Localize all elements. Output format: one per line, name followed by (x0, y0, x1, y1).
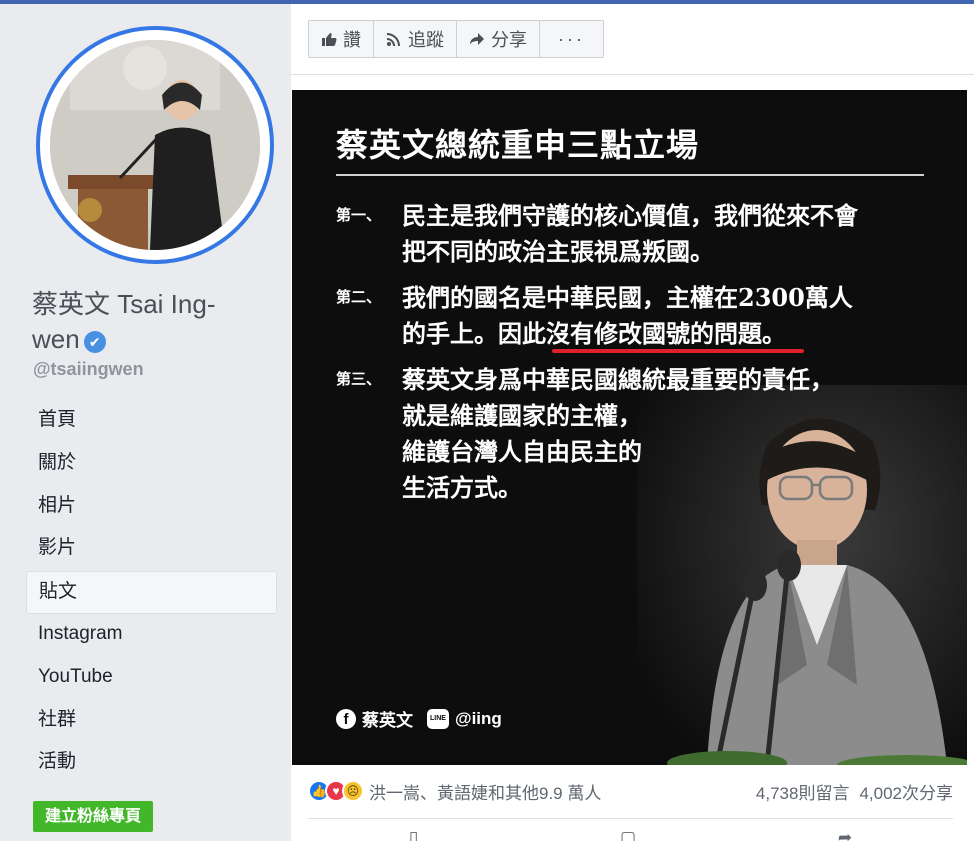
point-text: 民主是我們守護的核心價值，我們從來不會 把不同的政治主張視爲叛國。 (402, 198, 922, 270)
more-options-button[interactable]: ··· (540, 21, 603, 57)
point-text: 我們的國名是中華民國，主權在2300萬人 的手上。因此沒有修改國號的問題。 (402, 280, 922, 352)
line-app-icon: LINE (427, 708, 449, 729)
sidebar-item-youtube[interactable]: YouTube (26, 657, 277, 700)
sidebar-item-about[interactable]: 關於 (26, 443, 277, 486)
post-stats: 4,738則留言 4,002次分享 (756, 779, 953, 804)
thumbs-up-icon (322, 33, 337, 46)
sidebar-item-instagram[interactable]: Instagram (26, 614, 277, 657)
follow-button[interactable]: 追蹤 (374, 21, 457, 57)
page-handle[interactable]: @tsaiingwen (33, 359, 144, 380)
sidebar-item-posts[interactable]: 貼文 (26, 571, 277, 614)
footer-line: LINE @iing (427, 708, 502, 729)
rss-icon (387, 33, 400, 46)
footer-facebook: f 蔡英文 (336, 706, 413, 731)
point-line: 就是維護國家的主權， (402, 401, 642, 430)
point-line: 民主是我們守護的核心價值，我們從來不會 (402, 201, 858, 230)
page-name[interactable]: 蔡英文 Tsai Ing-wen ✔ (32, 287, 262, 357)
like-post-button[interactable]: ▯ (409, 828, 418, 841)
follow-label: 追蹤 (408, 30, 444, 50)
share-count[interactable]: 4,002次分享 (859, 779, 953, 804)
sidebar-item-home[interactable]: 首頁 (26, 400, 277, 443)
post-image[interactable]: 蔡英文總統重申三點立場 第一、 民主是我們守護的核心價值，我們從來不會 把不同的… (292, 90, 967, 765)
sidebar-item-events[interactable]: 活動 (26, 742, 277, 785)
facebook-icon: f (336, 708, 356, 729)
sidebar-item-community[interactable]: 社群 (26, 700, 277, 743)
share-arrow-icon (470, 33, 484, 45)
share-page-button[interactable]: 分享 (457, 21, 540, 57)
post-action-row-cutoff: ▯ ▢ ➦ (308, 828, 953, 841)
reaction-summary[interactable]: 👍 ♥ ☹ 洪一嵩、黃語婕和其他9.9 萬人 (308, 779, 601, 804)
point-label: 第一、 (336, 206, 382, 224)
reaction-icons: 👍 ♥ ☹ (308, 780, 364, 802)
image-footer: f 蔡英文 LINE @iing (336, 706, 502, 731)
create-page-button[interactable]: 建立粉絲專頁 (33, 801, 154, 832)
point-label: 第三、 (336, 370, 382, 388)
comment-button[interactable]: ▢ (620, 828, 636, 841)
post-image-title: 蔡英文總統重申三點立場 (336, 126, 700, 164)
page-action-bar: 讚 追蹤 分享 ··· (308, 20, 604, 58)
sidebar-nav: 首頁 關於 相片 影片 貼文 Instagram YouTube 社群 活動 (26, 400, 277, 785)
avatar-photo (50, 40, 260, 250)
point-line: 的手上。因此沒有修改國號的問題。 (402, 319, 786, 348)
reaction-names: 洪一嵩、黃語婕和其他9.9 萬人 (369, 783, 602, 803)
reactions-summary-bar: 👍 ♥ ☹ 洪一嵩、黃語婕和其他9.9 萬人 4,738則留言 4,002次分享 (308, 778, 953, 804)
footer-facebook-name: 蔡英文 (362, 711, 413, 730)
like-page-button[interactable]: 讚 (309, 21, 374, 57)
sad-reaction-icon: ☹ (342, 780, 364, 802)
point-line: 生活方式。 (402, 473, 522, 502)
point-line: 把不同的政治主張視爲叛國。 (402, 237, 714, 266)
sidebar-item-videos[interactable]: 影片 (26, 528, 277, 571)
like-label: 讚 (343, 30, 361, 50)
point-line: 維護台灣人自由民主的 (402, 437, 642, 466)
profile-avatar[interactable] (36, 26, 274, 264)
page-sidebar: 蔡英文 Tsai Ing-wen ✔ @tsaiingwen 首頁 關於 相片 影… (0, 4, 291, 841)
footer-line-id: @iing (455, 708, 502, 728)
share-label: 分享 (491, 30, 527, 50)
sidebar-item-photos[interactable]: 相片 (26, 486, 277, 529)
comment-count[interactable]: 4,738則留言 (756, 779, 850, 804)
point-line: 蔡英文身爲中華民國總統最重要的責任， (402, 365, 834, 394)
main-content: 讚 追蹤 分享 ··· 蔡英文總統重申三點立場 第一、 民主是我們守護的核心價值… (291, 4, 974, 841)
verified-badge-icon: ✔ (83, 331, 106, 353)
point-label: 第二、 (336, 288, 382, 306)
page-name-text: 蔡英文 Tsai Ing-wen (32, 289, 216, 354)
highlight-underline (552, 349, 804, 353)
share-post-button[interactable]: ➦ (838, 828, 852, 841)
title-divider (336, 174, 924, 176)
point-text: 蔡英文身爲中華民國總統最重要的責任， 就是維護國家的主權， 維護台灣人自由民主的… (402, 362, 922, 506)
divider (291, 74, 974, 75)
divider (308, 818, 953, 819)
point-line: 我們的國名是中華民國，主權在2300萬人 (402, 283, 853, 312)
